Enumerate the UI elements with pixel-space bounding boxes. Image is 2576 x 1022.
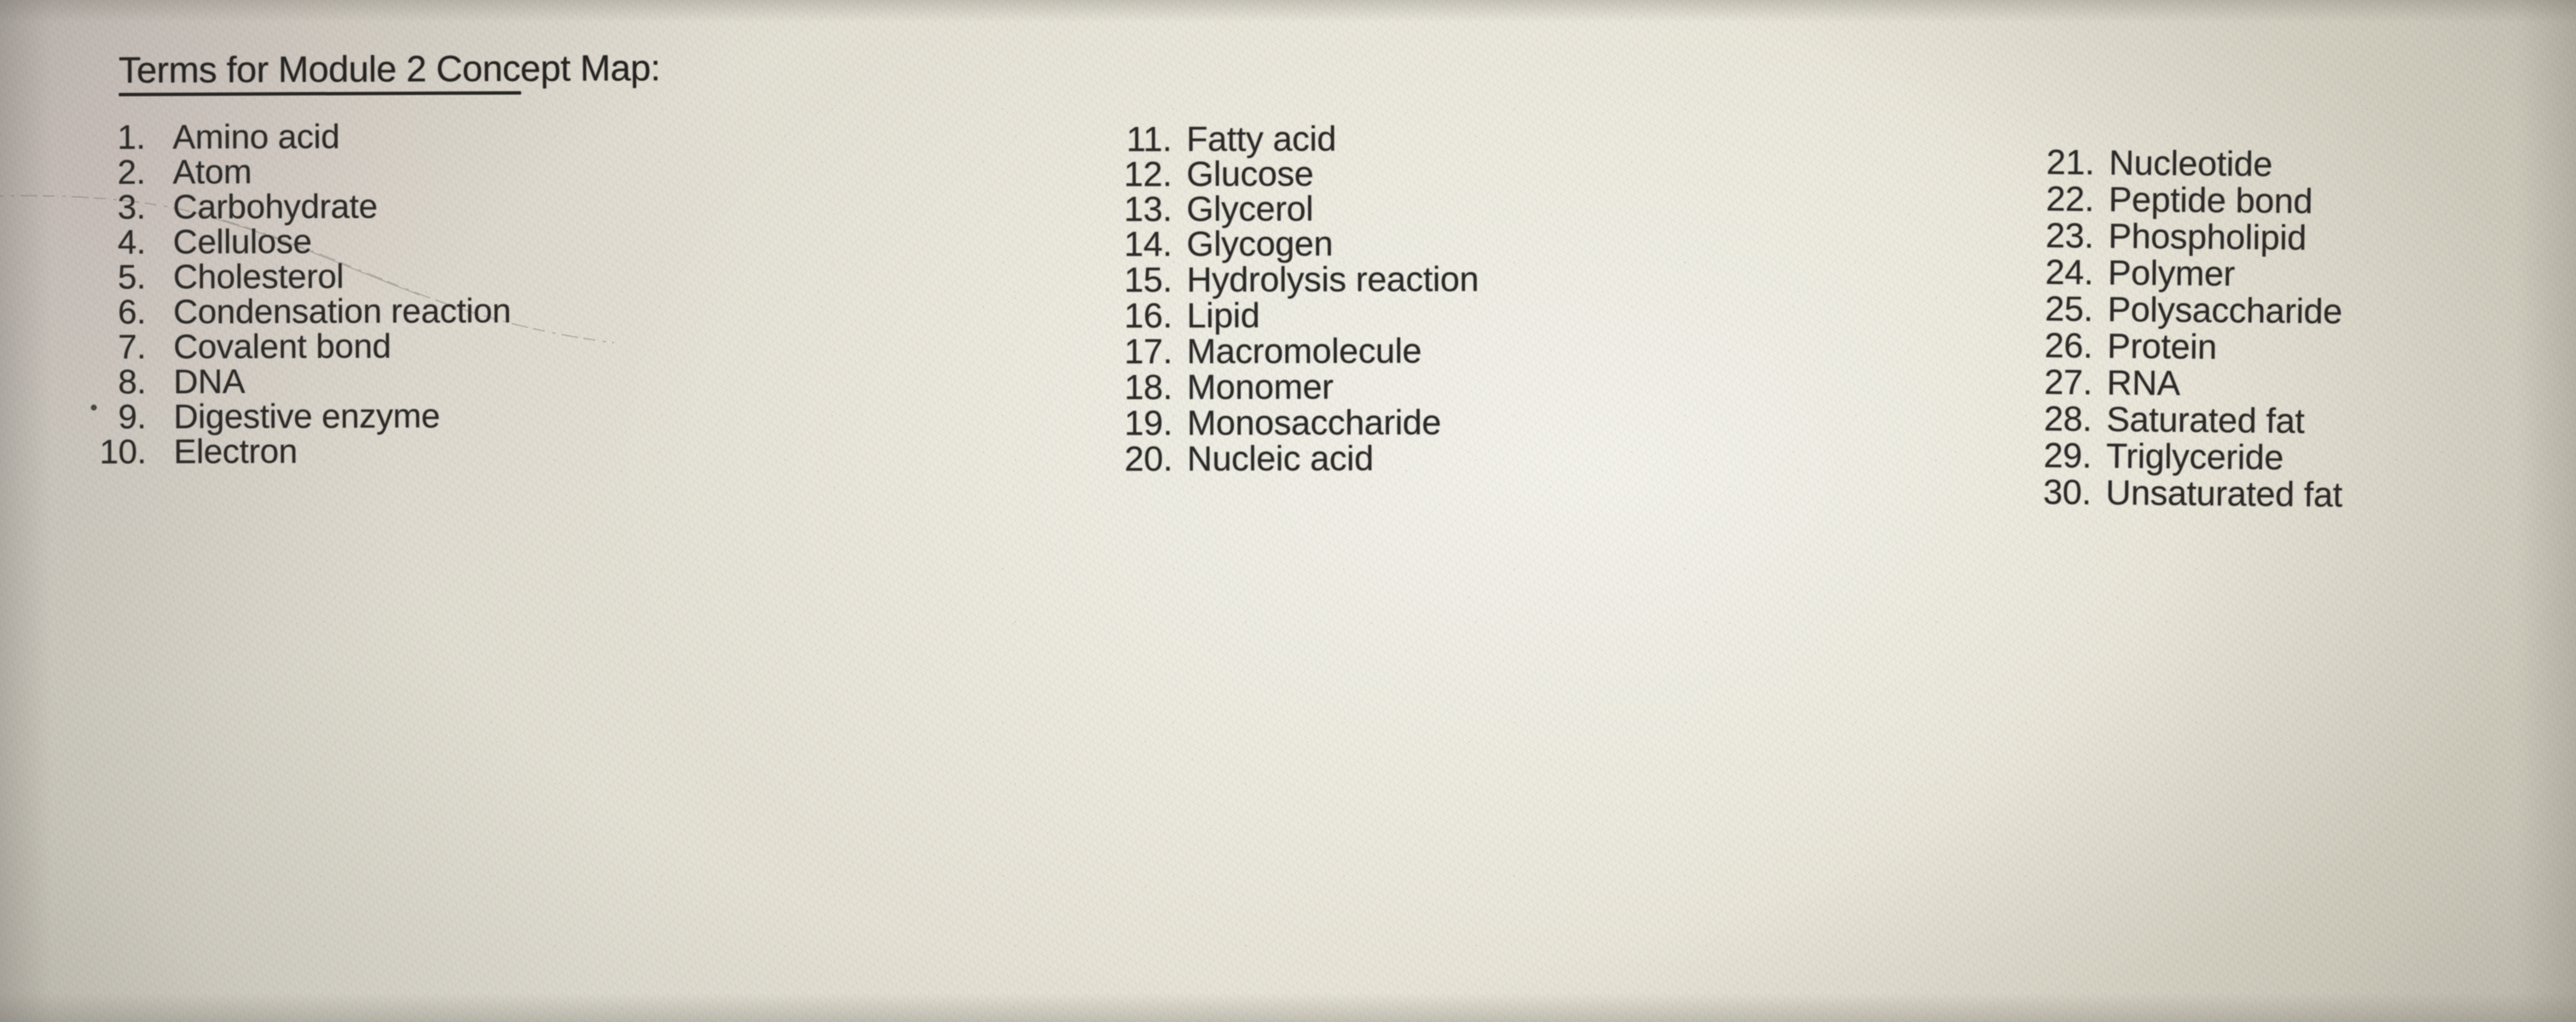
photo-vignette [0, 0, 2576, 1022]
photo-edge-right [2516, 0, 2576, 1022]
photo-edge-bottom [0, 993, 2576, 1022]
photo-edge-top [0, 0, 2576, 22]
document-photo: Terms for Module 2 Concept Map: 1. Amino… [0, 0, 2576, 1022]
photo-edge-left [0, 0, 51, 1022]
